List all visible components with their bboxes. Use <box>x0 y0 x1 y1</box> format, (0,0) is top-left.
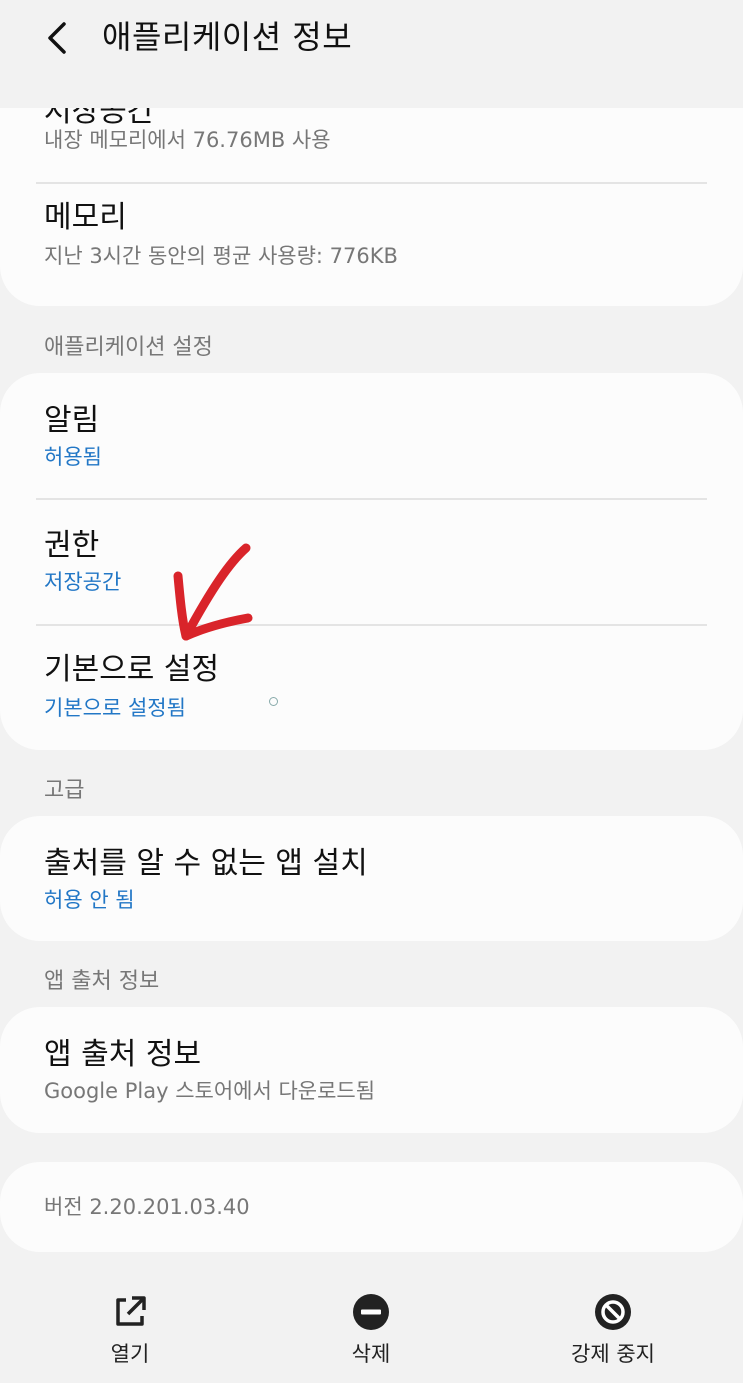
memory-subtitle: 지난 3시간 동안의 평균 사용량: 776KB <box>44 244 398 268</box>
app-bar: 애플리케이션 정보 <box>0 0 743 108</box>
notifications-title: 알림 <box>44 403 100 438</box>
section-label-app-settings: 애플리케이션 설정 <box>44 335 213 360</box>
notifications-subtitle: 허용됨 <box>44 445 102 469</box>
uninstall-button[interactable]: 삭제 <box>281 1284 461 1374</box>
section-label-app-source: 앱 출처 정보 <box>44 969 160 994</box>
back-button[interactable] <box>34 12 86 64</box>
set-default-title: 기본으로 설정 <box>44 652 220 687</box>
unknown-sources-row[interactable]: 출처를 알 수 없는 앱 설치 허용 안 됨 <box>0 816 743 941</box>
memory-row[interactable]: 메모리 지난 3시간 동안의 평균 사용량: 776KB <box>0 184 743 306</box>
notifications-row[interactable]: 알림 허용됨 <box>0 373 743 499</box>
app-source-title: 앱 출처 정보 <box>44 1037 202 1072</box>
advanced-card: 출처를 알 수 없는 앱 설치 허용 안 됨 <box>0 816 743 941</box>
chevron-left-icon <box>48 22 66 54</box>
external-link-icon <box>116 1296 146 1326</box>
bottom-action-bar: 열기 삭제 강제 중지 <box>0 1262 743 1383</box>
app-source-subtitle: Google Play 스토어에서 다운로드됨 <box>44 1079 376 1103</box>
unknown-sources-title: 출처를 알 수 없는 앱 설치 <box>44 846 368 881</box>
version-text: 버전 2.20.201.03.40 <box>44 1195 250 1219</box>
set-default-subtitle: 기본으로 설정됨 <box>44 696 186 720</box>
app-settings-card: 알림 허용됨 권한 저장공간 기본으로 설정 기본으로 설정됨 <box>0 373 743 750</box>
permissions-subtitle: 저장공간 <box>44 570 122 594</box>
uninstall-label: 삭제 <box>351 1342 391 1366</box>
app-source-card: 앱 출처 정보 Google Play 스토어에서 다운로드됨 <box>0 1007 743 1133</box>
prohibited-icon <box>595 1294 631 1330</box>
version-card: 버전 2.20.201.03.40 <box>0 1162 743 1252</box>
usage-card: 저장공간 내장 메모리에서 76.76MB 사용 메모리 지난 3시간 동안의 … <box>0 108 743 306</box>
storage-subtitle: 내장 메모리에서 76.76MB 사용 <box>44 128 331 152</box>
force-stop-label: 강제 중지 <box>571 1342 655 1366</box>
open-label: 열기 <box>110 1342 150 1366</box>
open-button[interactable]: 열기 <box>40 1284 220 1374</box>
page-title: 애플리케이션 정보 <box>102 18 353 56</box>
section-label-advanced: 고급 <box>44 778 85 803</box>
touch-indicator <box>269 697 278 706</box>
usage-card-viewport: 저장공간 내장 메모리에서 76.76MB 사용 메모리 지난 3시간 동안의 … <box>0 108 743 308</box>
memory-title: 메모리 <box>44 200 127 235</box>
unknown-sources-subtitle: 허용 안 됨 <box>44 888 135 912</box>
app-source-row[interactable]: 앱 출처 정보 Google Play 스토어에서 다운로드됨 <box>0 1007 743 1133</box>
storage-row[interactable]: 저장공간 내장 메모리에서 76.76MB 사용 <box>0 108 743 183</box>
minus-circle-icon <box>353 1294 389 1330</box>
permissions-row[interactable]: 권한 저장공간 <box>0 500 743 625</box>
set-default-row[interactable]: 기본으로 설정 기본으로 설정됨 <box>0 626 743 750</box>
force-stop-button[interactable]: 강제 중지 <box>523 1284 703 1374</box>
permissions-title: 권한 <box>44 528 100 563</box>
